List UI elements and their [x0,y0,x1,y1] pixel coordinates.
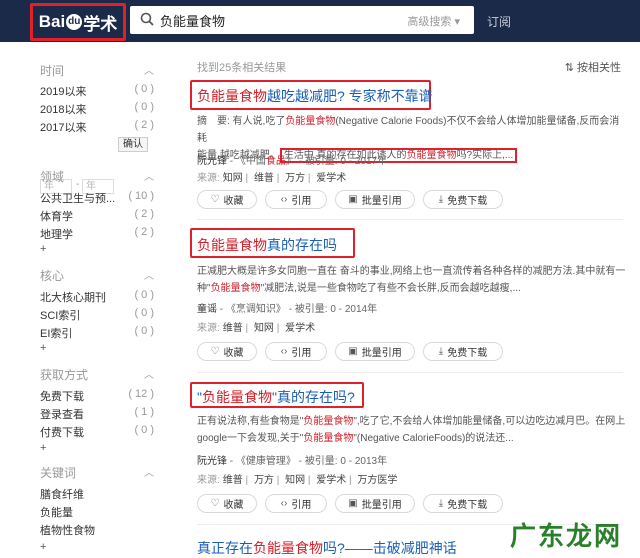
subscribe-link[interactable]: 订阅 [487,13,511,30]
collect-button[interactable]: ♡ 收藏 [197,342,257,361]
filter-item[interactable]: 免费下载( 12 ) [40,388,154,404]
filter-item[interactable]: 付费下载( 0 ) [40,424,154,440]
filter-time-title[interactable]: 时间 [40,62,64,79]
code-icon: ‹› [280,346,288,357]
cite-button[interactable]: ‹› 引用 [265,190,327,209]
filter-item[interactable]: 2018以来( 0 ) [40,101,154,117]
filter-access-title[interactable]: 获取方式 [40,366,88,383]
batch-icon: ▣ [348,498,358,509]
filter-sidebar: 时间 ︿ 2019以来( 0 ) 2018以来( 0 ) 2017以来( 2 )… [0,42,170,558]
result-title[interactable]: 负能量食物真的存在吗 [197,235,337,255]
filter-item[interactable]: 体育学( 2 ) [40,208,154,224]
batch-cite-button[interactable]: ▣ 批量引用 [335,342,415,361]
action-row: ♡ 收藏 ‹› 引用 ▣ 批量引用 ⤓ 免费下载 [197,494,503,513]
cite-button[interactable]: ‹› 引用 [265,342,327,361]
result-abstract: 正有说法称,有些食物是"负能量食物",吃了它,不会给人体增加能量储备,可以边吃边… [197,416,626,444]
chevron-up-icon[interactable]: ︿ [144,267,154,282]
filter-item[interactable]: SCI索引( 0 ) [40,307,154,323]
heart-icon: ♡ [210,194,220,205]
chevron-up-icon[interactable]: ︿ [144,168,154,183]
filter-field-title[interactable]: 领域 [40,168,64,185]
code-icon: ‹› [280,498,288,509]
filter-item[interactable]: 2017以来( 2 ) [40,119,154,135]
search-box[interactable]: 高级搜索 ▾ [130,6,474,34]
free-download-button[interactable]: ⤓ 免费下载 [423,494,503,513]
result-meta: 阮光锋 - 《中国食品》 - 被引量: 0 - 2017年 [197,156,388,167]
filter-item[interactable]: 地理学( 2 ) [40,226,154,242]
download-icon: ⤓ [438,346,444,357]
source-line: 来源: 维普 | 知网 | 爱学术 [197,323,316,334]
author-link[interactable]: 阮光锋 [197,156,227,167]
chevron-up-icon[interactable]: ︿ [144,62,154,77]
batch-cite-button[interactable]: ▣ 批量引用 [335,190,415,209]
action-row: ♡ 收藏 ‹› 引用 ▣ 批量引用 ⤓ 免费下载 [197,342,503,361]
search-input[interactable] [160,10,380,30]
filter-item[interactable]: 2019以来( 0 ) [40,83,154,99]
free-download-button[interactable]: ⤓ 免费下载 [423,342,503,361]
paw-icon: du [66,14,83,30]
chevron-up-icon[interactable]: ︿ [144,366,154,381]
filter-item[interactable]: 膳食纤维 [40,486,154,502]
batch-icon: ▣ [348,346,358,357]
download-icon: ⤓ [438,194,444,205]
result-meta: 阮光锋 - 《健康管理》 - 被引量: 0 - 2013年 [197,456,388,467]
filter-item[interactable]: 植物性食物 [40,522,154,538]
batch-icon: ▣ [348,194,358,205]
filter-item[interactable]: 北大核心期刊( 0 ) [40,289,154,305]
source-line: 来源: 维普 | 万方 | 知网 | 爱学术 | 万方医学 [197,475,398,486]
source-line: 来源: 知网 | 维普 | 万方 | 爱学术 [197,173,347,184]
more-button[interactable]: + [40,442,46,454]
chevron-up-icon[interactable]: ︿ [144,464,154,479]
heart-icon: ♡ [210,498,220,509]
confirm-button[interactable]: 确认 [118,137,148,152]
advanced-search-dropdown[interactable]: 高级搜索 ▾ [407,13,460,29]
watermark: 广东龙网 [510,522,623,552]
search-icon[interactable] [140,12,154,26]
cite-button[interactable]: ‹› 引用 [265,494,327,513]
divider [197,372,623,373]
filter-item[interactable]: EI索引( 0 ) [40,325,154,341]
sort-icon: ⇅ [564,62,574,74]
free-download-button[interactable]: ⤓ 免费下载 [423,190,503,209]
more-button[interactable]: + [40,342,46,354]
filter-item[interactable]: 登录查看( 1 ) [40,406,154,422]
sort-button[interactable]: ⇅ 按相关性 [565,59,621,75]
result-title[interactable]: 负能量食物越吃越减肥? 专家称不靠谱 [197,86,433,106]
download-icon: ⤓ [438,498,444,509]
collect-button[interactable]: ♡ 收藏 [197,494,257,513]
results-list: 找到25条相关结果 ⇅ 按相关性 负能量食物越吃越减肥? 专家称不靠谱 摘 要:… [185,42,625,558]
logo-suffix: 学术 [83,14,118,34]
filter-item[interactable]: 公共卫生与预...( 10 ) [40,190,154,206]
more-button[interactable]: + [40,243,46,255]
filter-item[interactable]: 负能量 [40,504,154,520]
author-link[interactable]: 童谣 [197,304,217,315]
batch-cite-button[interactable]: ▣ 批量引用 [335,494,415,513]
logo-text: Bai [38,12,66,31]
filter-core-title[interactable]: 核心 [40,267,64,284]
author-link[interactable]: 阮光锋 [197,456,227,467]
top-bar: Baidu学术 高级搜索 ▾ 订阅 [0,0,640,42]
filter-keywords-title[interactable]: 关键词 [40,464,76,481]
result-count: 找到25条相关结果 [197,62,287,74]
collect-button[interactable]: ♡ 收藏 [197,190,257,209]
divider [197,219,623,220]
result-meta: 童谣 - 《烹调知识》 - 被引量: 0 - 2014年 [197,304,378,315]
heart-icon: ♡ [210,346,220,357]
baidu-xueshu-logo[interactable]: Bai du 学术 [30,3,126,41]
more-button[interactable]: + [40,541,46,553]
result-title[interactable]: "负能量食物"真的存在吗? [197,387,355,407]
year-dash: - [76,179,80,190]
result-abstract: 正减肥大概是许多女同胞一直在 奋斗的事业,网络上也一直流传着各种各样的减肥方法.… [197,266,626,294]
result-title[interactable]: 真正存在负能量食物吗?——击破减肥神话 [197,538,457,558]
action-row: ♡ 收藏 ‹› 引用 ▣ 批量引用 ⤓ 免费下载 [197,190,503,209]
code-icon: ‹› [280,194,288,205]
